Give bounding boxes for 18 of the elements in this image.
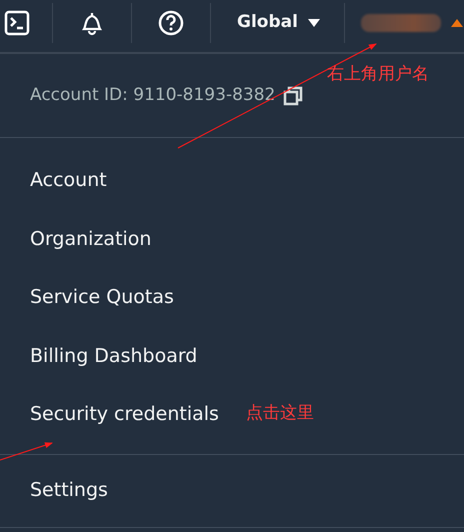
menu-item[interactable]: Billing Dashboard [30,342,198,370]
terminal-icon[interactable] [4,10,30,36]
menu-item[interactable]: Account [30,166,107,194]
annotation-text: 点击这里 [246,405,314,422]
menu-item[interactable]: Security credentials [30,400,219,428]
caret-icon [308,18,320,28]
annotation-arrow [0,442,53,460]
region-dropdown[interactable]: Global [237,10,320,36]
copy-icon[interactable] [283,86,304,106]
user-menu-button[interactable] [360,14,463,32]
menu-item[interactable]: Organization [30,224,152,253]
caret-up-icon [450,18,463,28]
menu-item[interactable]: Service Quotas [30,283,174,312]
annotation-text: 右上角用户名 [327,66,429,83]
help-icon[interactable] [158,10,184,36]
menu-item[interactable]: Settings [30,476,108,505]
account-id: Account ID: 9110-8193-8382 [30,84,276,107]
notification-bell-icon[interactable] [79,10,105,36]
